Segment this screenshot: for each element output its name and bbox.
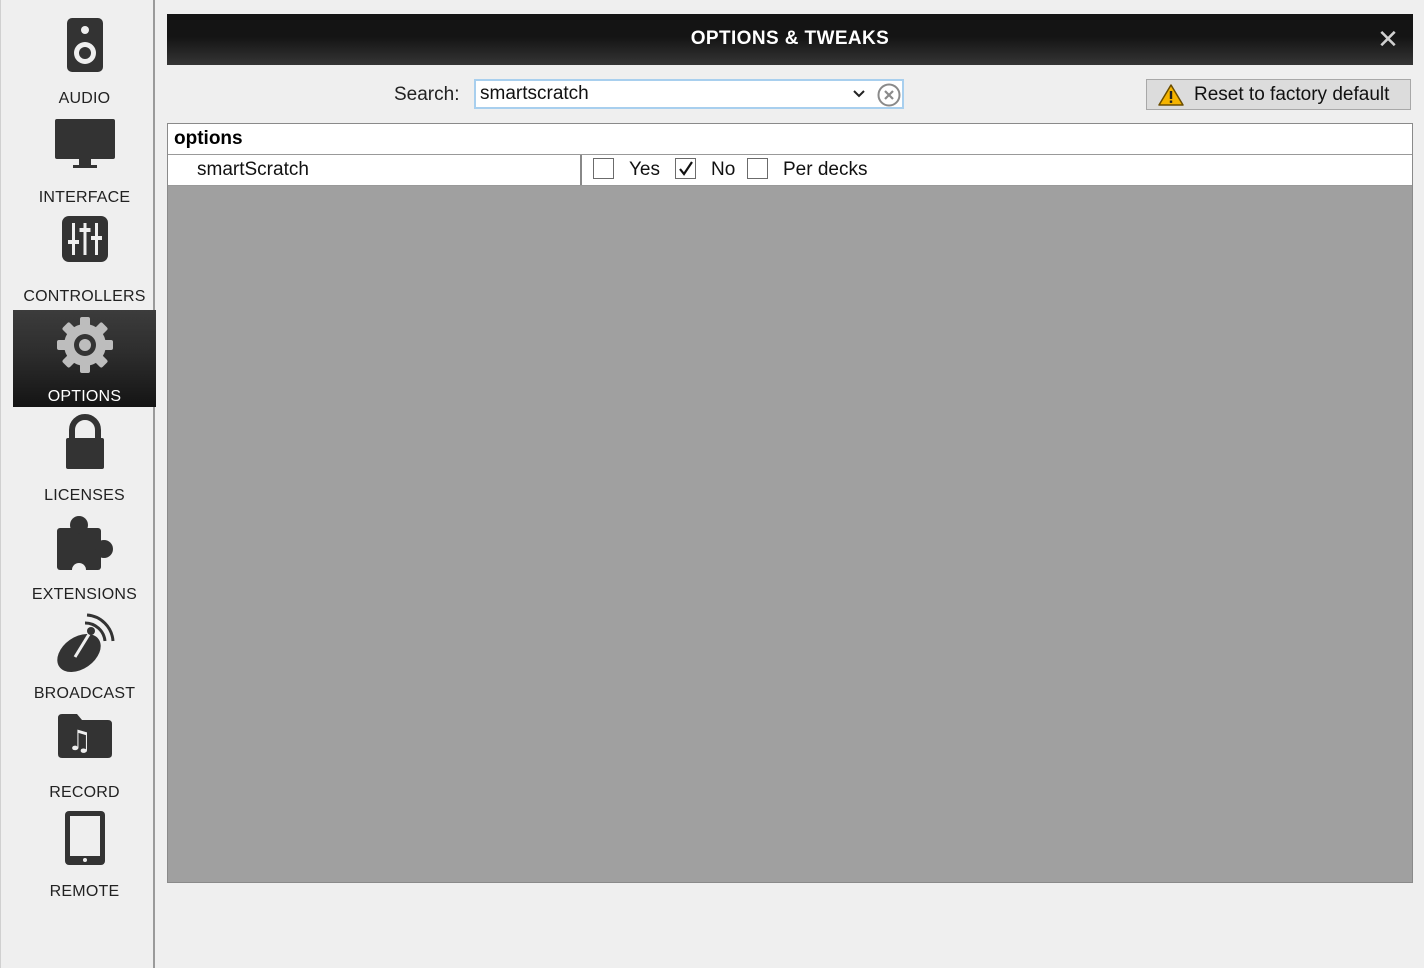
checkbox-per-decks[interactable] bbox=[747, 158, 768, 179]
search-input[interactable] bbox=[480, 83, 840, 105]
sidebar-item-controllers[interactable]: CONTROLLERS bbox=[13, 210, 156, 307]
clear-circle-icon bbox=[877, 83, 901, 107]
satellite-dish-icon bbox=[13, 611, 156, 681]
choice-label: Per decks bbox=[783, 159, 868, 180]
checkbox-yes[interactable] bbox=[593, 158, 614, 179]
search-box bbox=[474, 79, 904, 109]
option-name: smartScratch bbox=[197, 159, 309, 180]
warning-icon bbox=[1158, 84, 1184, 106]
chevron-down-icon bbox=[853, 90, 865, 98]
sidebar-item-options[interactable]: OPTIONS bbox=[13, 310, 156, 407]
sidebar-item-label: RECORD bbox=[49, 784, 120, 801]
lock-icon bbox=[13, 413, 156, 483]
close-icon: ✕ bbox=[1377, 24, 1399, 54]
puzzle-icon bbox=[13, 512, 156, 582]
search-label: Search: bbox=[394, 84, 460, 105]
dialog-header: OPTIONS & TWEAKS ✕ bbox=[167, 14, 1413, 65]
sidebar-item-label: BROADCAST bbox=[33, 685, 136, 702]
choice-label: No bbox=[711, 159, 736, 180]
close-button[interactable]: ✕ bbox=[1375, 25, 1401, 53]
choice-label: Yes bbox=[629, 159, 660, 180]
clear-search-button[interactable] bbox=[876, 82, 902, 108]
sidebar-item-audio[interactable]: AUDIO bbox=[13, 12, 156, 109]
option-name-cell: smartScratch bbox=[168, 155, 582, 185]
sidebar-item-label: INTERFACE bbox=[38, 189, 131, 206]
sidebar: AUDIO INTERFACE CONTROLLERS OPTIONS LICE… bbox=[0, 0, 156, 968]
sidebar-item-label: CONTROLLERS bbox=[23, 288, 146, 305]
speaker-icon bbox=[13, 16, 156, 86]
options-table: options smartScratch Yes No Per decks bbox=[167, 123, 1413, 883]
checkbox-no[interactable] bbox=[675, 158, 696, 179]
sidebar-item-label: LICENSES bbox=[44, 487, 125, 504]
mixer-sliders-icon bbox=[13, 214, 156, 284]
checkmark-icon bbox=[679, 161, 693, 176]
reset-button-label: Reset to factory default bbox=[1194, 84, 1390, 105]
table-row: smartScratch Yes No Per decks bbox=[168, 155, 1412, 186]
sidebar-item-label: REMOTE bbox=[49, 883, 120, 900]
sidebar-item-extensions[interactable]: EXTENSIONS bbox=[13, 508, 156, 605]
dialog-title: OPTIONS & TWEAKS bbox=[690, 28, 890, 49]
sidebar-item-broadcast[interactable]: BROADCAST bbox=[13, 607, 156, 704]
table-header-title: options bbox=[174, 128, 243, 149]
sidebar-item-interface[interactable]: INTERFACE bbox=[13, 111, 156, 208]
sidebar-item-record[interactable]: ♫ RECORD bbox=[13, 706, 156, 803]
sidebar-item-label: AUDIO bbox=[58, 90, 111, 107]
sidebar-item-label: EXTENSIONS bbox=[31, 586, 138, 603]
reset-factory-default-button[interactable]: Reset to factory default bbox=[1146, 79, 1411, 110]
gear-icon bbox=[13, 314, 156, 384]
sidebar-item-label: OPTIONS bbox=[47, 388, 122, 405]
table-header: options bbox=[168, 124, 1412, 155]
music-folder-icon: ♫ bbox=[13, 710, 156, 780]
sidebar-item-remote[interactable]: REMOTE bbox=[13, 805, 156, 902]
monitor-icon bbox=[13, 115, 156, 185]
sidebar-item-licenses[interactable]: LICENSES bbox=[13, 409, 156, 506]
search-history-dropdown[interactable] bbox=[850, 85, 868, 103]
tablet-icon bbox=[13, 809, 156, 879]
svg-text:♫: ♫ bbox=[67, 724, 92, 757]
